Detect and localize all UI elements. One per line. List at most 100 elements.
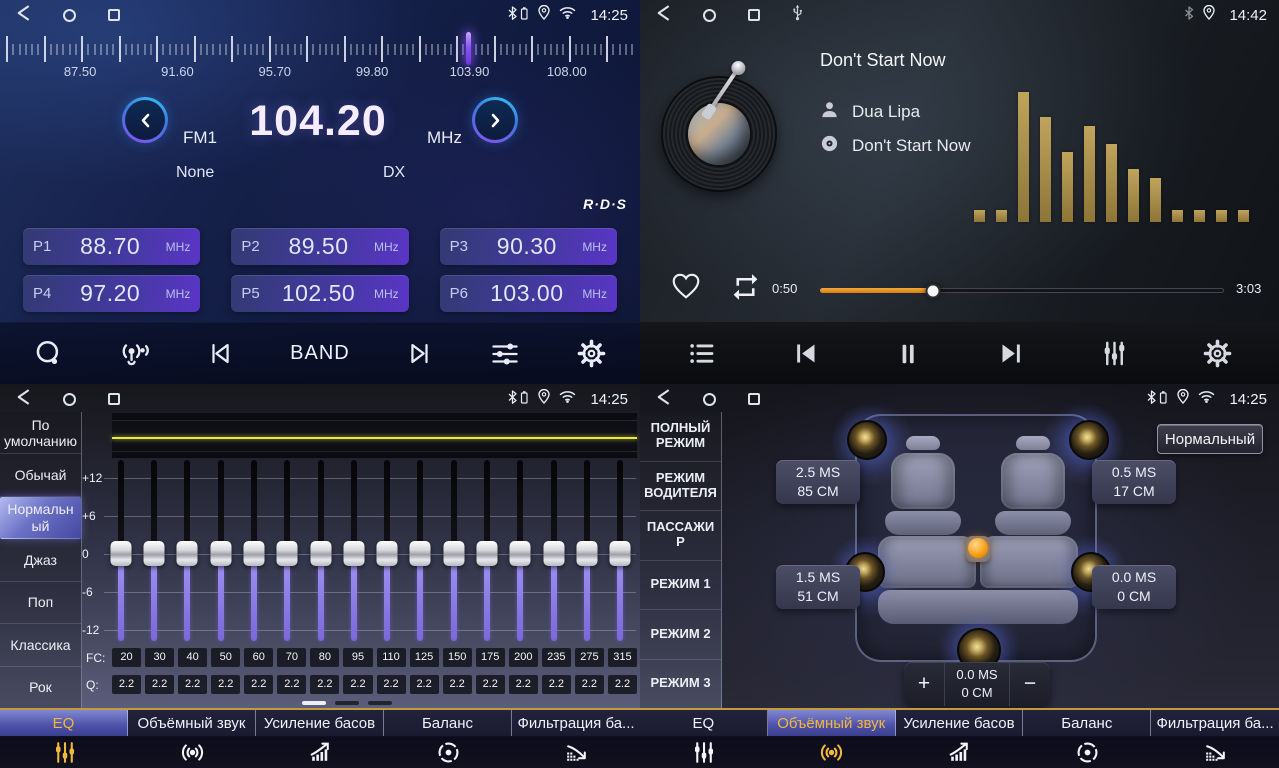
page-dot[interactable]	[368, 701, 392, 705]
q-value[interactable]: 2.2	[178, 675, 207, 694]
nav-home-icon[interactable]	[703, 9, 716, 22]
pause-icon[interactable]	[888, 332, 928, 376]
preset-p1[interactable]: P188.70MHz	[23, 228, 200, 265]
q-value[interactable]: 2.2	[377, 675, 406, 694]
page-dot-active[interactable]	[302, 701, 326, 705]
fc-value[interactable]: 30	[145, 648, 174, 667]
tab-eq[interactable]: EQ	[0, 710, 128, 768]
q-value[interactable]: 2.2	[244, 675, 273, 694]
mode-item-2[interactable]: РЕЖИМ ВОДИТЕЛЯ	[640, 462, 721, 512]
fc-value[interactable]: 315	[608, 648, 637, 667]
fc-value[interactable]: 40	[178, 648, 207, 667]
settings-gear-icon[interactable]	[1197, 332, 1237, 376]
tab-crossover-filter[interactable]: Фильтрация ба...	[512, 710, 640, 768]
tab-surround-sound[interactable]: Объёмный звук	[128, 710, 256, 768]
mode-item-6[interactable]: РЕЖИМ 3	[640, 660, 721, 709]
q-value[interactable]: 2.2	[542, 675, 571, 694]
q-value[interactable]: 2.2	[145, 675, 174, 694]
q-value[interactable]: 2.2	[443, 675, 472, 694]
progress-bar[interactable]	[820, 288, 1224, 293]
slider-knob[interactable]	[310, 541, 331, 566]
fc-value[interactable]: 60	[244, 648, 273, 667]
fc-value[interactable]: 110	[377, 648, 406, 667]
rear-left-delay-card[interactable]: 1.5 MS 51 CM	[776, 565, 860, 609]
decrease-delay-button[interactable]: −	[1010, 662, 1050, 706]
q-value[interactable]: 2.2	[476, 675, 505, 694]
nav-recents-icon[interactable]	[108, 9, 120, 21]
front-right-delay-card[interactable]: 0.5 MS 17 CM	[1092, 460, 1176, 504]
preset-p5[interactable]: P5102.50MHz	[231, 275, 408, 312]
tab-crossover-filter[interactable]: Фильтрация ба...	[1151, 710, 1279, 768]
nav-back-icon[interactable]	[16, 5, 31, 26]
next-station-icon[interactable]	[397, 332, 437, 376]
preset-p3[interactable]: P390.30MHz	[440, 228, 617, 265]
nav-home-icon[interactable]	[63, 9, 76, 22]
tab-balance[interactable]: Баланс	[1023, 710, 1151, 768]
q-value[interactable]: 2.2	[509, 675, 538, 694]
slider-knob[interactable]	[343, 541, 364, 566]
slider-knob[interactable]	[443, 541, 464, 566]
eq-preset-5[interactable]: Поп	[0, 582, 81, 624]
previous-track-icon[interactable]	[785, 332, 825, 376]
preset-p2[interactable]: P289.50MHz	[231, 228, 408, 265]
fc-value[interactable]: 275	[575, 648, 604, 667]
slider-knob[interactable]	[410, 541, 431, 566]
nav-home-icon[interactable]	[63, 393, 76, 406]
fc-value[interactable]: 200	[509, 648, 538, 667]
nav-recents-icon[interactable]	[108, 393, 120, 405]
tune-down-button[interactable]	[122, 97, 168, 143]
page-dot[interactable]	[335, 701, 359, 705]
front-right-speaker-icon[interactable]	[1069, 420, 1109, 460]
eq-preset-1[interactable]: По умолчанию	[0, 412, 81, 454]
profile-button[interactable]: Нормальный	[1157, 424, 1263, 454]
slider-knob[interactable]	[277, 541, 298, 566]
q-value[interactable]: 2.2	[211, 675, 240, 694]
rear-right-delay-card[interactable]: 0.0 MS 0 CM	[1092, 565, 1176, 609]
tuning-pointer[interactable]	[466, 32, 471, 65]
slider-knob[interactable]	[177, 541, 198, 566]
tab-eq[interactable]: EQ	[640, 710, 768, 768]
eq-preset-4[interactable]: Джаз	[0, 539, 81, 581]
slider-knob[interactable]	[610, 541, 631, 566]
tab-bass-boost[interactable]: Усиление басов	[256, 710, 384, 768]
preset-p4[interactable]: P497.20MHz	[23, 275, 200, 312]
slider-knob[interactable]	[143, 541, 164, 566]
slider-knob[interactable]	[477, 541, 498, 566]
slider-knob[interactable]	[243, 541, 264, 566]
slider-knob[interactable]	[210, 541, 231, 566]
q-value[interactable]: 2.2	[343, 675, 372, 694]
eq-preset-6[interactable]: Классика	[0, 624, 81, 666]
fc-value[interactable]: 125	[410, 648, 439, 667]
fc-value[interactable]: 80	[310, 648, 339, 667]
q-value[interactable]: 2.2	[410, 675, 439, 694]
fc-value[interactable]: 235	[542, 648, 571, 667]
favorite-icon[interactable]	[670, 270, 702, 305]
q-value[interactable]: 2.2	[112, 675, 141, 694]
nav-recents-icon[interactable]	[748, 9, 760, 21]
fc-value[interactable]: 95	[343, 648, 372, 667]
repeat-icon[interactable]	[730, 274, 761, 305]
slider-knob[interactable]	[510, 541, 531, 566]
audio-settings-icon[interactable]	[485, 332, 525, 376]
tune-up-button[interactable]	[472, 97, 518, 143]
slider-knob[interactable]	[543, 541, 564, 566]
slider-knob[interactable]	[377, 541, 398, 566]
preset-p6[interactable]: P6103.00MHz	[440, 275, 617, 312]
eq-preset-2[interactable]: Обычай	[0, 454, 81, 496]
tab-balance[interactable]: Баланс	[384, 710, 512, 768]
aps-broadcast-icon[interactable]	[115, 332, 155, 376]
mode-item-4[interactable]: РЕЖИМ 1	[640, 561, 721, 611]
nav-recents-icon[interactable]	[748, 393, 760, 405]
tuning-scale[interactable]	[6, 34, 634, 64]
nav-back-icon[interactable]	[656, 5, 671, 26]
next-track-icon[interactable]	[991, 332, 1031, 376]
settings-gear-icon[interactable]	[572, 332, 612, 376]
increase-delay-button[interactable]: +	[904, 662, 944, 706]
eq-preset-3[interactable]: Нормальный	[0, 497, 81, 539]
fc-value[interactable]: 70	[277, 648, 306, 667]
scan-icon[interactable]	[28, 332, 68, 376]
q-value[interactable]: 2.2	[608, 675, 637, 694]
band-button[interactable]: BAND	[290, 332, 350, 376]
fc-value[interactable]: 20	[112, 648, 141, 667]
slider-knob[interactable]	[110, 541, 131, 566]
